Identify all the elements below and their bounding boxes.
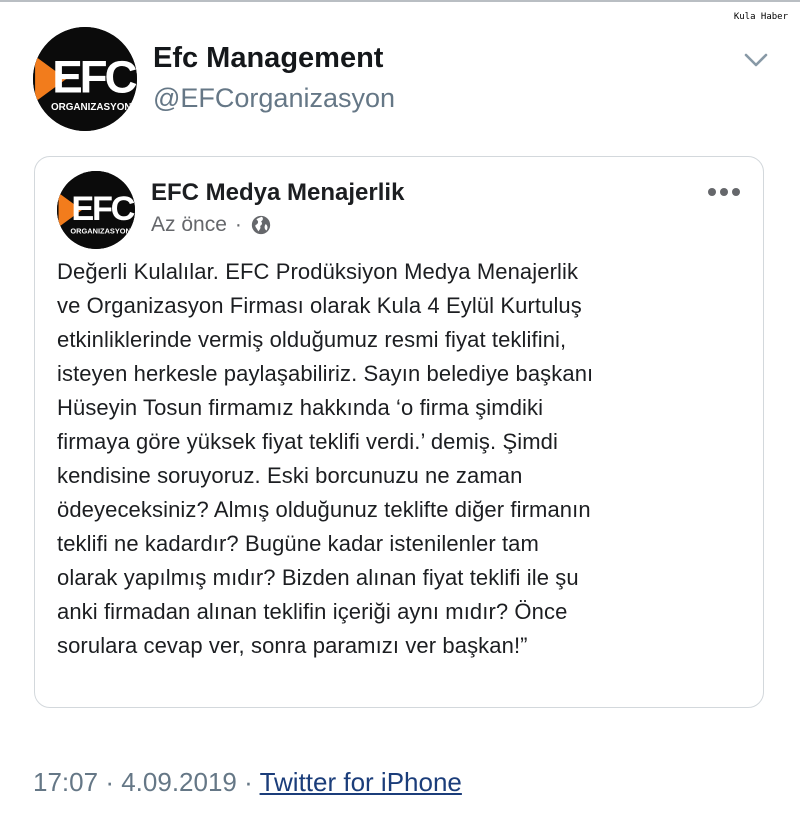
post-text-line: teklifi ne kadardır? Bugüne kadar isteni…: [57, 531, 539, 556]
logo-letters: EFC: [71, 190, 134, 228]
watermark: Kula Haber: [733, 12, 788, 22]
post-text-line: ödeyeceksiniz? Almış olduğunuz teklifte …: [57, 497, 591, 522]
tweet-author[interactable]: Efc Management @EFCorganizasyon: [153, 41, 395, 115]
logo-caption: ORGANIZASYON: [51, 102, 132, 113]
post-text: Değerli Kulalılar. EFC Prodüksiyon Medya…: [57, 255, 747, 663]
globe-icon: [251, 215, 271, 235]
page-name[interactable]: EFC Medya Menajerlik: [151, 179, 404, 207]
logo-caption: ORGANIZASYON: [70, 226, 130, 235]
top-divider: [0, 0, 800, 2]
meta-separator: ·: [234, 213, 242, 236]
efc-logo-icon: EFC ORGANIZASYON: [57, 171, 135, 249]
tweet-time[interactable]: 17:07: [33, 767, 98, 797]
post-text-line: ve Organizasyon Firması olarak Kula 4 Ey…: [57, 293, 582, 318]
post-text-line: Hüseyin Tosun firmamız hakkında ‘o firma…: [57, 395, 544, 420]
profile-avatar[interactable]: EFC ORGANIZASYON: [33, 27, 137, 131]
author-handle[interactable]: @EFCorganizasyon: [153, 81, 395, 115]
post-text-line: sorulara cevap ver, sonra paramızı ver b…: [57, 633, 528, 658]
chevron-down-icon[interactable]: [744, 52, 768, 68]
more-dots-icon[interactable]: [707, 187, 741, 197]
tweet-date[interactable]: 4.09.2019: [121, 767, 237, 797]
footer-separator: ·: [105, 767, 114, 797]
post-time[interactable]: Az önce: [151, 213, 227, 237]
post-text-line: firmaya göre yüksek fiyat teklifi verdi.…: [57, 429, 558, 454]
post-meta: Az önce ·: [151, 213, 272, 237]
post-text-line: anki firmadan alınan teklifin içeriği ay…: [57, 599, 568, 624]
tweet-source-link[interactable]: Twitter for iPhone: [260, 767, 462, 797]
author-name[interactable]: Efc Management: [153, 41, 395, 75]
tweet-footer: 17:07 · 4.09.2019 · Twitter for iPhone: [33, 764, 462, 800]
footer-separator: ·: [244, 767, 253, 797]
post-text-line: kendisine soruyoruz. Eski borcunuzu ne z…: [57, 463, 523, 488]
post-text-line: Değerli Kulalılar. EFC Prodüksiyon Medya…: [57, 259, 579, 284]
post-text-line: etkinliklerinde vermiş olduğumuz resmi f…: [57, 327, 567, 352]
embedded-post-card[interactable]: EFC ORGANIZASYON EFC Medya Menajerlik Az…: [34, 156, 764, 708]
post-text-line: isteyen herkesle paylaşabiliriz. Sayın b…: [57, 361, 594, 386]
post-text-line: olarak yapılmış mıdır? Bizden alınan fiy…: [57, 565, 579, 590]
page-avatar[interactable]: EFC ORGANIZASYON: [57, 171, 135, 249]
efc-logo-icon: EFC ORGANIZASYON: [33, 27, 137, 131]
logo-letters: EFC: [52, 52, 136, 103]
